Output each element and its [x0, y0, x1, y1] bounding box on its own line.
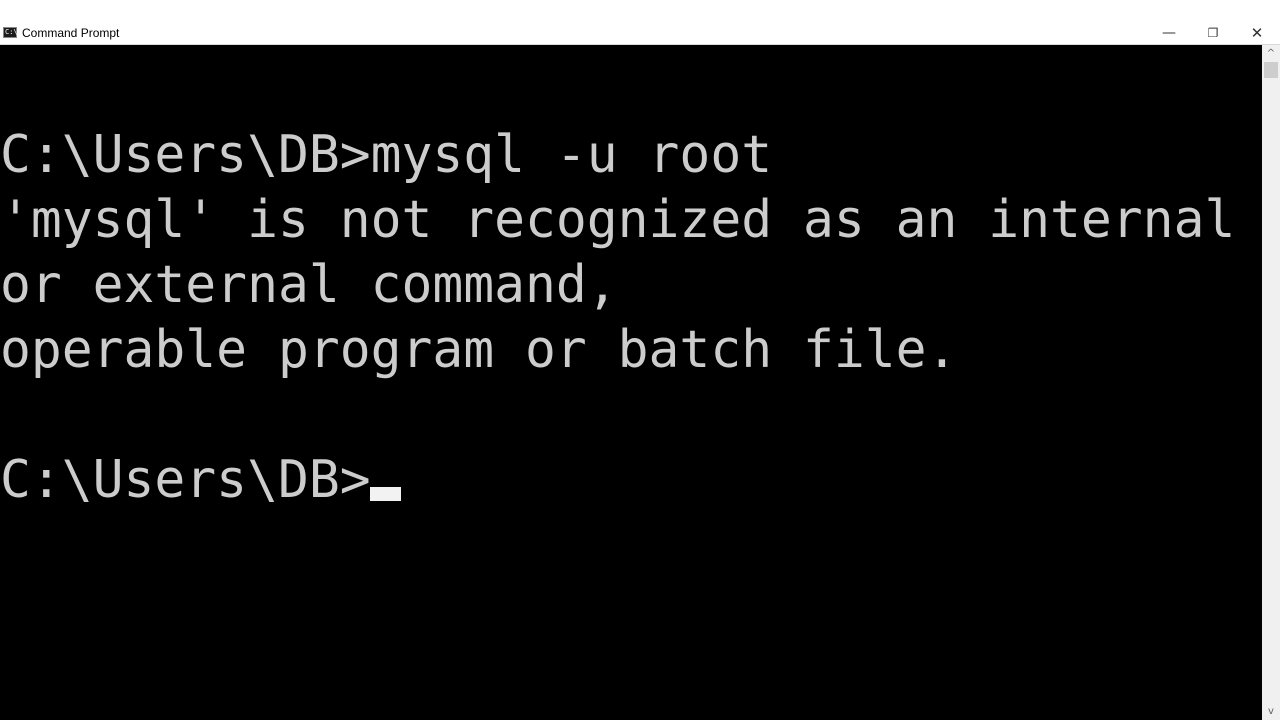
text-cursor — [370, 487, 401, 501]
title-bar[interactable]: C:\ Command Prompt — ❐ ✕ — [0, 22, 1280, 45]
scrollbar-thumb[interactable] — [1264, 62, 1278, 78]
command-prompt-window: C:\ Command Prompt — ❐ ✕ C:\Users\DB>mys… — [0, 0, 1280, 720]
restore-button[interactable]: ❐ — [1191, 22, 1235, 44]
console-line: C:\Users\DB>mysql -u root — [0, 125, 773, 185]
console-line: or external command, — [0, 255, 618, 315]
window-title: Command Prompt — [22, 26, 120, 40]
console-output[interactable]: C:\Users\DB>mysql -u root 'mysql' is not… — [0, 45, 1262, 720]
top-strip — [0, 0, 1280, 22]
vertical-scrollbar[interactable]: ^ v — [1262, 45, 1280, 720]
minimize-button[interactable]: — — [1147, 22, 1191, 44]
scroll-up-arrow-icon[interactable]: ^ — [1262, 45, 1280, 62]
cmd-icon: C:\ — [3, 27, 18, 38]
scroll-down-arrow-icon[interactable]: v — [1262, 703, 1280, 720]
console-prompt: C:\Users\DB> — [0, 450, 371, 510]
console-line: operable program or batch file. — [0, 320, 958, 380]
close-button[interactable]: ✕ — [1235, 22, 1279, 44]
console-line: 'mysql' is not recognized as an internal — [0, 190, 1236, 250]
